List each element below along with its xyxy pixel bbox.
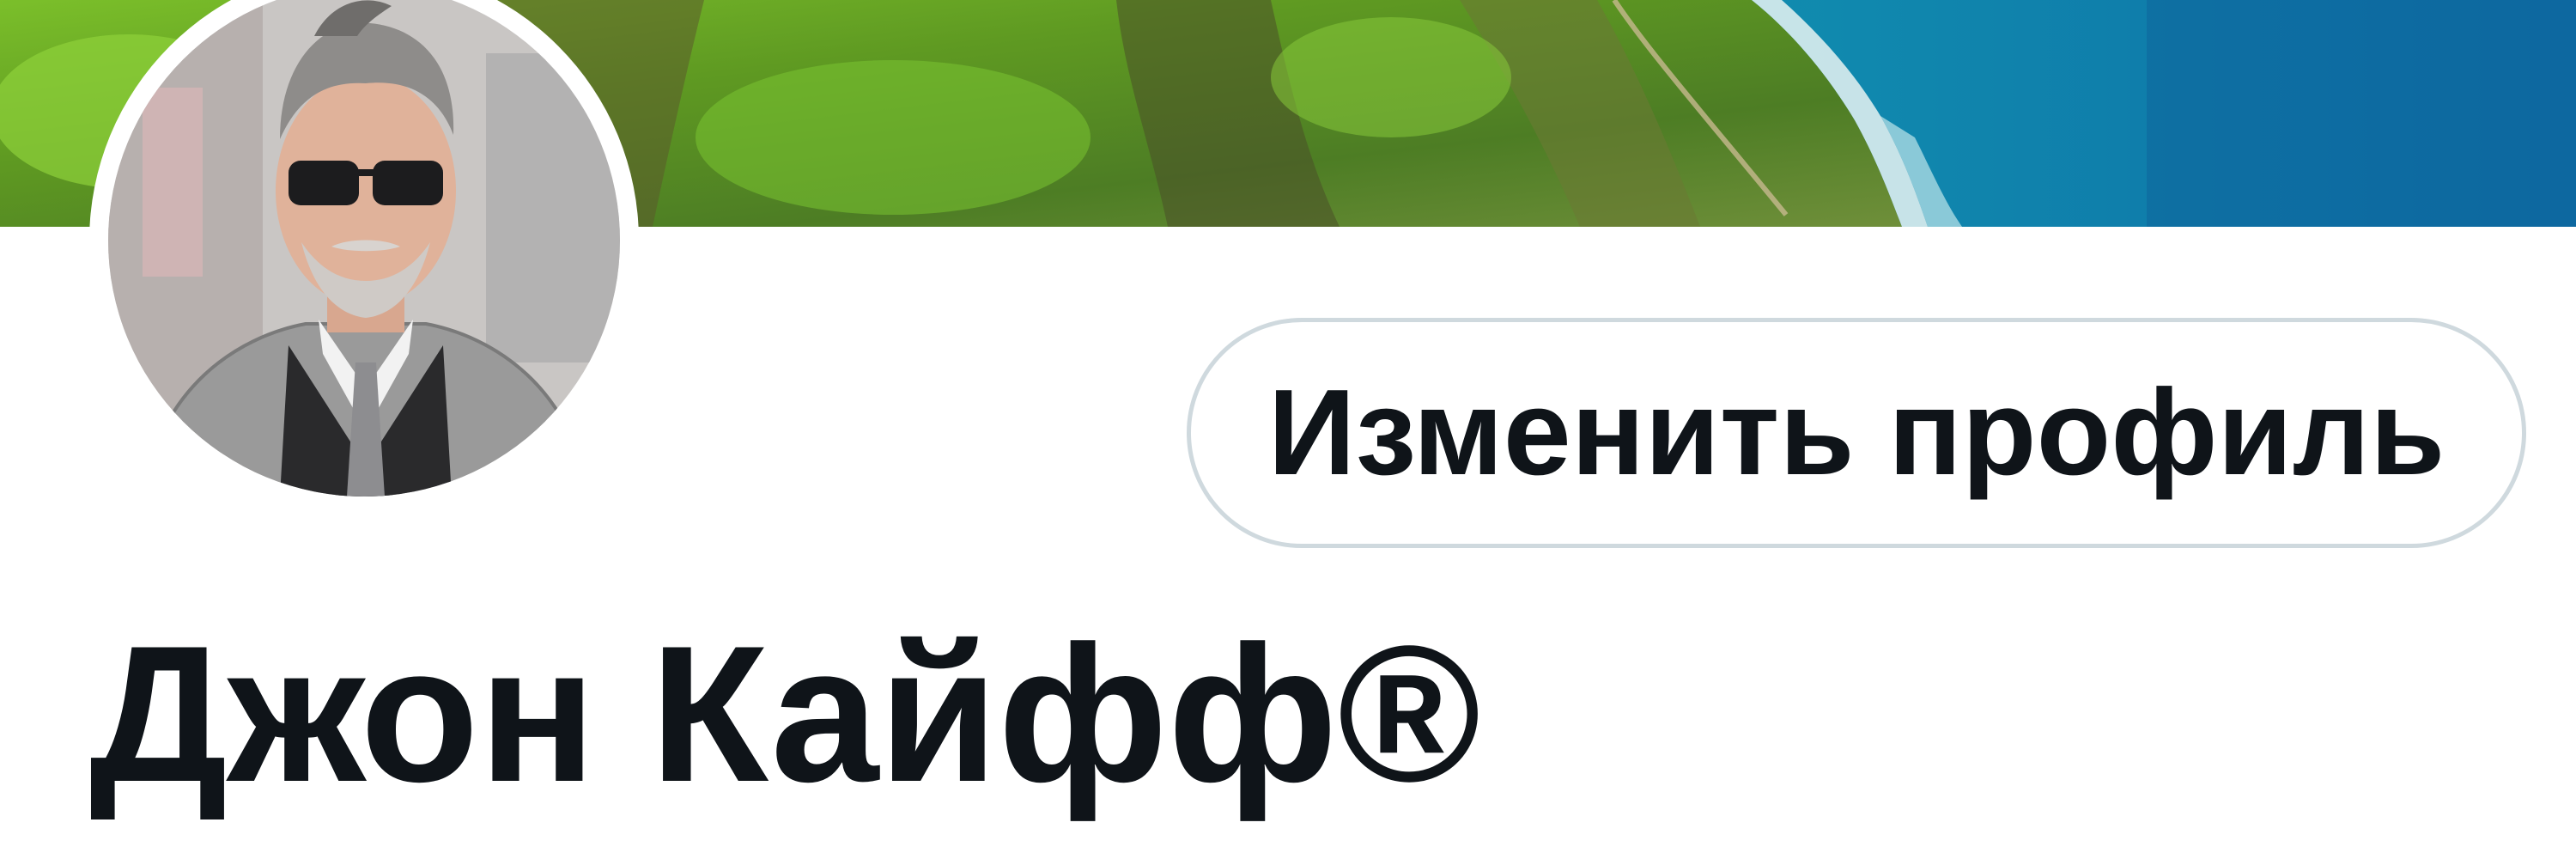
edit-profile-button[interactable]: Изменить профиль (1187, 318, 2526, 548)
profile-header: Изменить профиль Джон Кайфф® (0, 0, 2576, 859)
profile-display-name: Джон Кайфф® (89, 605, 1481, 822)
avatar[interactable] (108, 0, 620, 497)
edit-profile-label: Изменить профиль (1267, 364, 2445, 501)
avatar-frame (89, 0, 639, 515)
